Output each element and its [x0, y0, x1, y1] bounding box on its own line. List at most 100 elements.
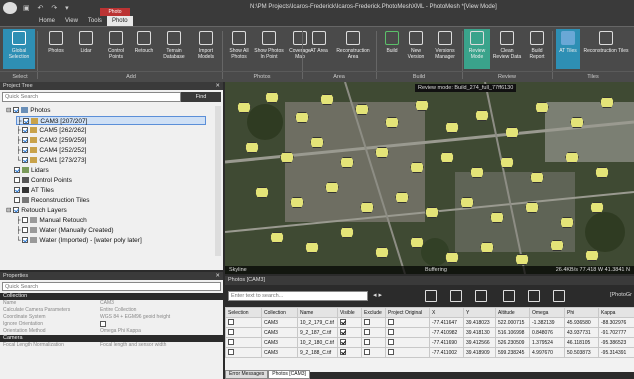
property-row[interactable]: Coordinate System WGS 84 + EGM96 geoid he… [0, 314, 223, 321]
map-view[interactable]: Review mode: Build_274_full_77ff6130 Sky… [225, 82, 634, 274]
point-icon[interactable] [425, 290, 437, 302]
tree-item-cam3[interactable]: ├ CAM3 [207/207] [16, 116, 206, 125]
tree-item-water-manual[interactable]: ├ Water (Manually Created) [16, 226, 114, 235]
tab-photo[interactable]: Photo [106, 16, 133, 26]
tree-item-lidars[interactable]: Lidars [14, 166, 49, 175]
build-button[interactable]: Build [380, 29, 404, 69]
quick-access-toolbar[interactable]: ▣ ↶ ↷ ▾ [23, 4, 72, 12]
column-header[interactable]: Visible [337, 307, 362, 318]
visible-checkbox[interactable] [340, 349, 346, 355]
tree-item-control-points[interactable]: Control Points [14, 176, 72, 185]
tile-footprint [410, 237, 424, 248]
tree-item-retouch-layers[interactable]: ⊟ Retouch Layers [6, 206, 67, 215]
versions-manager-button[interactable]: Versions Manager [430, 29, 460, 69]
review-mode-button[interactable]: Review Mode [464, 29, 490, 69]
exclude-checkbox[interactable] [364, 339, 370, 345]
new-version-button[interactable]: New Version [404, 29, 428, 69]
property-row[interactable]: Ignore Orientation [0, 321, 223, 328]
show-photos-in-point-button[interactable]: Show Photos In Point [254, 29, 284, 69]
project-original-checkbox[interactable] [388, 339, 394, 345]
tab-home[interactable]: Home [34, 16, 60, 26]
camera-icon [49, 31, 63, 45]
find-button[interactable]: Find [181, 92, 221, 102]
tree-item-cam5[interactable]: ├ CAM5 [262/262] [16, 126, 86, 135]
column-header[interactable]: Altitude [495, 307, 530, 318]
selection-checkbox[interactable] [228, 339, 234, 345]
check-icon[interactable] [528, 290, 540, 302]
tree-item-photos[interactable]: ⊟ Photos [6, 106, 51, 115]
photos-search-input[interactable] [228, 291, 368, 301]
table-row[interactable]: CAM3 10_2_180_C.tif -77.411690 39.412566 526… [225, 337, 634, 348]
property-row[interactable]: Orientation Method Omega Phi Kappa [0, 328, 223, 335]
reconstruction-area-button[interactable]: Reconstruction Area [334, 29, 372, 69]
table-row[interactable]: CAM3 10_2_179_C.tif -77.411647 39.418023 522… [225, 317, 634, 328]
column-header[interactable]: Selection [225, 307, 262, 318]
exclude-checkbox[interactable] [364, 349, 370, 355]
close-icon[interactable]: ✕ [215, 272, 220, 280]
property-row[interactable]: Calculate Camera Parameters Entire Collec… [0, 307, 223, 314]
exclude-checkbox[interactable] [364, 319, 370, 325]
tree-item-cam2[interactable]: ├ CAM2 [259/259] [16, 136, 86, 145]
column-header[interactable]: Y [463, 307, 496, 318]
column-header[interactable]: X [429, 307, 464, 318]
column-header[interactable]: Name [297, 307, 338, 318]
tile-footprint [470, 167, 484, 178]
tab-photos-cam3[interactable]: Photos [CAM3] [268, 370, 310, 379]
clean-review-data-button[interactable]: Clean Review Data [492, 29, 522, 69]
control-points-button[interactable]: Control Points [102, 29, 130, 69]
column-header[interactable]: Kappa [598, 307, 634, 318]
nav-arrows[interactable]: ◂ ▸ [373, 291, 382, 299]
selection-checkbox[interactable] [228, 329, 234, 335]
column-header[interactable]: Project Original [385, 307, 430, 318]
tree-item-at-tiles[interactable]: AT Tiles [14, 186, 54, 195]
project-original-checkbox[interactable] [388, 319, 394, 325]
close-icon[interactable]: ✕ [215, 82, 220, 90]
table-row[interactable]: CAM3 9_2_188_C.tif -77.411002 39.418909 599.… [225, 347, 634, 358]
properties-section-collection: Collection [0, 293, 223, 300]
column-header[interactable]: Phi [564, 307, 599, 318]
global-selection-button[interactable]: Global Selection [3, 29, 35, 69]
visible-checkbox[interactable] [340, 339, 346, 345]
at-area-button[interactable]: AT Area [306, 29, 332, 69]
reconstruction-tiles-button[interactable]: Reconstruction Tiles [582, 29, 630, 69]
build-report-button[interactable]: Build Report [524, 29, 550, 69]
terrain-database-button[interactable]: Terrain Database [158, 29, 190, 69]
tab-error-messages[interactable]: Error Messages [225, 370, 269, 379]
tree-item-reconstruction-tiles[interactable]: Reconstruction Tiles [14, 196, 90, 205]
tree-item-water-imported[interactable]: └ Water (Imported) - [water poly later] [16, 236, 142, 245]
frame-icon[interactable] [475, 290, 487, 302]
table-row[interactable]: CAM3 9_2_187_C.tif -77.410982 39.418130 516.… [225, 327, 634, 338]
property-row[interactable]: Name CAM3 [0, 300, 223, 307]
ignore-orientation-checkbox[interactable] [100, 321, 106, 327]
project-original-checkbox[interactable] [388, 349, 394, 355]
photos-button[interactable]: Photos [42, 29, 70, 69]
tree-item-cam4[interactable]: ├ CAM4 [252/252] [16, 146, 86, 155]
filter-clear-icon[interactable] [553, 290, 565, 302]
at-tiles-button[interactable]: AT Tiles [556, 29, 580, 69]
app-logo-icon[interactable] [3, 2, 17, 14]
selection-checkbox[interactable] [228, 349, 234, 355]
show-all-photos-button[interactable]: Show All Photos [226, 29, 252, 69]
exclude-icon[interactable] [503, 290, 515, 302]
tree-item-manual-retouch[interactable]: ├ Manual Retouch [16, 216, 87, 225]
tree-scrollbar[interactable] [215, 106, 221, 256]
column-header[interactable]: Collection [261, 307, 298, 318]
column-header[interactable]: Exclude [361, 307, 386, 318]
column-header[interactable]: Omega [529, 307, 565, 318]
table-header-row: Selection Collection Name Visible Exclud… [225, 307, 634, 318]
retouch-button[interactable]: Retouch [130, 29, 158, 69]
tab-view[interactable]: View [60, 16, 83, 26]
move-icon[interactable] [450, 290, 462, 302]
project-tree-search-input[interactable] [2, 92, 181, 102]
exclude-checkbox[interactable] [364, 329, 370, 335]
property-row[interactable]: Focal Length Normalization Focal length a… [0, 342, 223, 349]
visible-checkbox[interactable] [340, 329, 346, 335]
properties-search-input[interactable] [2, 282, 221, 291]
import-models-button[interactable]: Import Models [192, 29, 220, 69]
visible-checkbox[interactable] [340, 319, 346, 325]
tree-item-cam1[interactable]: └ CAM1 [273/273] [16, 156, 86, 165]
project-original-checkbox[interactable] [388, 329, 394, 335]
selection-checkbox[interactable] [228, 319, 234, 325]
lidar-button[interactable]: Lidar [72, 29, 100, 69]
tab-tools[interactable]: Tools [83, 16, 107, 26]
